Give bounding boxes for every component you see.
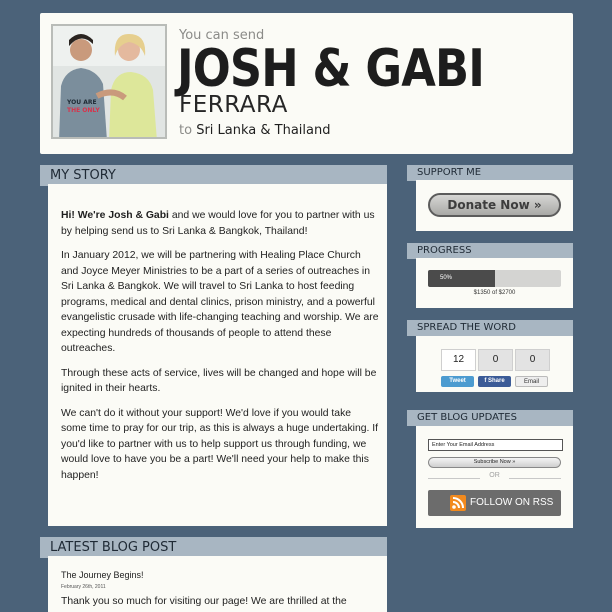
story-paragraph: We can't do it without your support! We'… xyxy=(61,407,379,481)
story-paragraph: Through these acts of service, lives wil… xyxy=(61,367,377,395)
to-word: to xyxy=(179,123,193,138)
share-count: 0 xyxy=(478,349,513,371)
or-divider: OR xyxy=(428,472,561,484)
page-title: JOSH & GABI xyxy=(177,39,485,99)
updates-panel: Enter Your Email Address Subscribe Now »… xyxy=(416,426,573,528)
couple-photo: YOU ARE THE ONLY xyxy=(51,24,167,139)
donate-now-button[interactable]: Donate Now » xyxy=(428,193,561,217)
my-story-panel: Hi! We're Josh & Gabi and we would love … xyxy=(48,184,387,526)
destination: Sri Lanka & Thailand xyxy=(196,123,331,138)
rss-label: FOLLOW ON RSS xyxy=(470,497,554,508)
spread-the-word-heading: SPREAD THE WORD xyxy=(407,320,573,336)
story-text: Hi! We're Josh & Gabi and we would love … xyxy=(61,208,379,492)
progress-bar: 50% xyxy=(428,270,561,287)
latest-blog-heading: LATEST BLOG POST xyxy=(40,537,387,558)
tweet-count: 12 xyxy=(441,349,476,371)
blog-post-title[interactable]: The Journey Begins! xyxy=(61,570,144,580)
tweet-button[interactable]: Tweet xyxy=(441,376,474,387)
couple-photo-image: YOU ARE THE ONLY xyxy=(53,26,165,137)
blog-post-date: February 26th, 2011 xyxy=(61,584,106,590)
spread-panel: 12 0 0 Tweet f Share Email xyxy=(416,336,573,392)
facebook-share-button[interactable]: f Share xyxy=(478,376,511,387)
email-share-button[interactable]: Email xyxy=(515,376,548,387)
destination-line: to Sri Lanka & Thailand xyxy=(179,123,331,138)
email-field[interactable]: Enter Your Email Address xyxy=(428,439,563,451)
subscribe-button[interactable]: Subscribe Now » xyxy=(428,457,561,468)
my-story-heading: MY STORY xyxy=(40,165,387,186)
greeting-bold: Hi! We're Josh & Gabi xyxy=(61,210,169,221)
progress-panel: 50% $1350 of $2700 xyxy=(416,258,573,308)
rss-icon xyxy=(450,495,466,511)
progress-amount: $1350 of $2700 xyxy=(473,290,516,296)
email-count: 0 xyxy=(515,349,550,371)
progress-heading: PROGRESS xyxy=(407,243,573,259)
latest-blog-panel: The Journey Begins! February 26th, 2011 … xyxy=(48,556,387,612)
story-paragraph: In January 2012, we will be partnering w… xyxy=(61,250,379,354)
support-panel: Donate Now » xyxy=(416,180,573,231)
header-banner: YOU ARE THE ONLY You can send JOSH & GAB… xyxy=(40,13,573,154)
svg-text:THE ONLY: THE ONLY xyxy=(67,107,100,114)
story-paragraph: Hi! We're Josh & Gabi and we would love … xyxy=(61,208,379,239)
progress-bar-fill: 50% xyxy=(428,270,495,287)
blog-post-excerpt: Thank you so much for visiting our page!… xyxy=(61,596,347,607)
get-blog-updates-heading: GET BLOG UPDATES xyxy=(407,410,573,426)
follow-rss-button[interactable]: FOLLOW ON RSS xyxy=(428,490,561,516)
svg-text:YOU ARE: YOU ARE xyxy=(66,99,97,106)
surname: FERRARA xyxy=(179,92,288,118)
support-me-heading: SUPPORT ME xyxy=(407,165,573,181)
